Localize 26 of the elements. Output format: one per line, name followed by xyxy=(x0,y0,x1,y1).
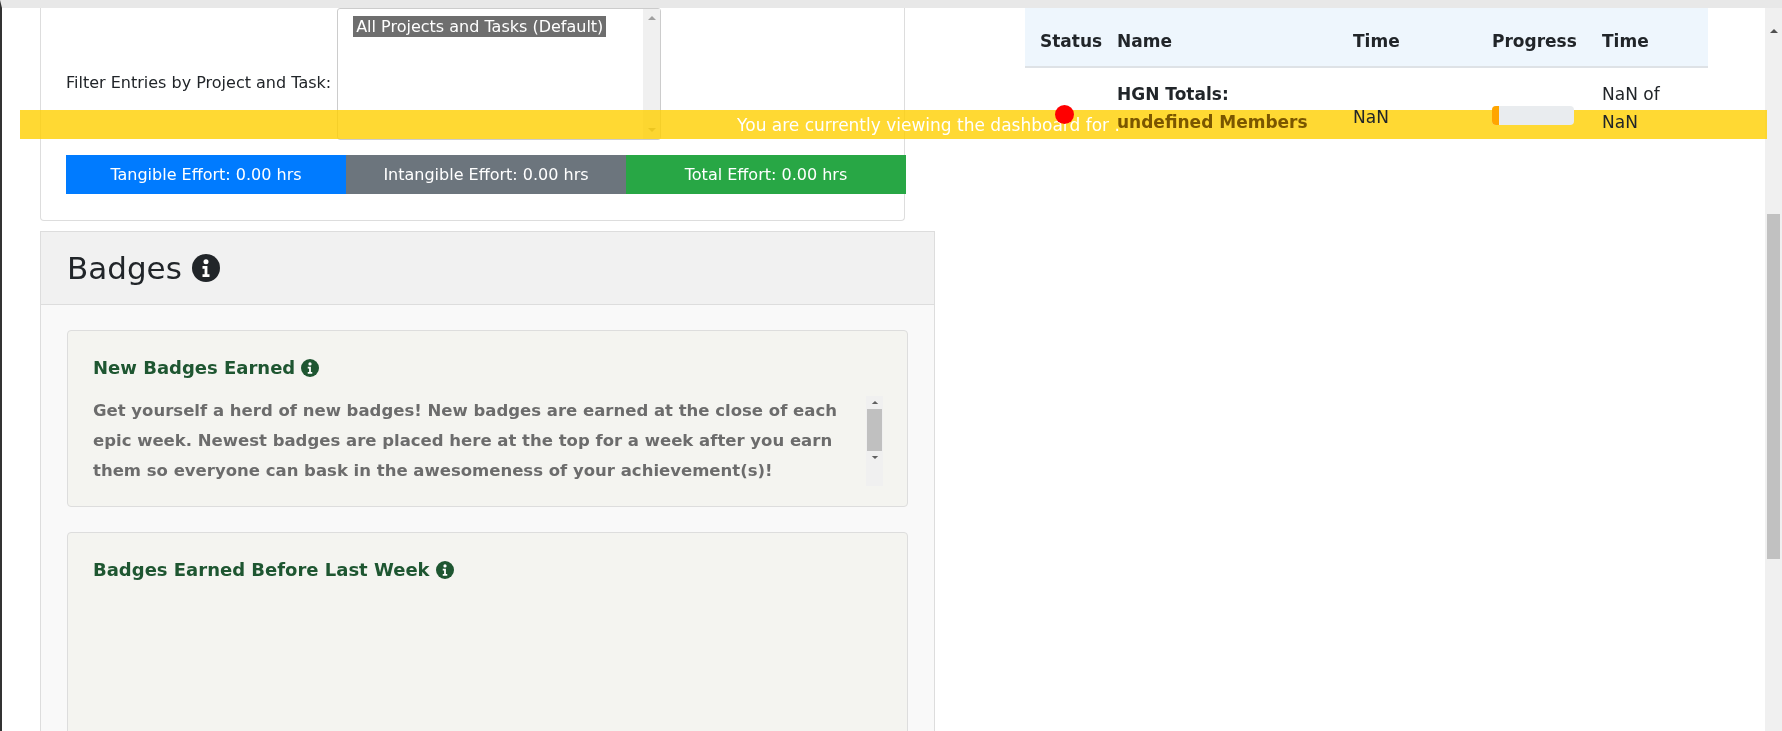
info-icon[interactable] xyxy=(191,254,220,282)
badge-description: Get yourself a herd of new badges! New badges are earned at the close of each epic week. Newest badges are placed here at the top for a week after you earn them so everyone can bask in the awesomeness of your achievement(s)! xyxy=(93,400,838,482)
table-cell: NaN xyxy=(1353,107,1389,127)
table-cell-text: NaN xyxy=(1602,111,1639,134)
column-header: Status xyxy=(1039,31,1104,51)
scroll-down-icon[interactable] xyxy=(870,455,879,460)
filter-label: Filter Entries by Project and Task: xyxy=(66,73,332,92)
card-title: New Badges Earned xyxy=(93,357,296,378)
scroll-up-icon[interactable] xyxy=(870,400,879,405)
column-header: Time xyxy=(1602,31,1650,51)
info-icon[interactable] xyxy=(435,560,454,579)
page-scrollbar[interactable] xyxy=(1765,8,1782,731)
info-icon[interactable] xyxy=(301,358,320,377)
select-option[interactable]: All Projects and Tasks (Default) xyxy=(353,16,607,37)
scrollbar[interactable] xyxy=(866,396,883,486)
card-title: Badges Earned Before Last Week xyxy=(93,559,430,580)
effort-segment: Intangible Effort: 0.00 hrs xyxy=(346,155,626,194)
effort-segment: Tangible Effort: 0.00 hrs xyxy=(66,155,346,194)
table-cell-text: NaN of xyxy=(1602,83,1661,106)
effort-segment: Total Effort: 0.00 hrs xyxy=(626,155,906,194)
panel-title: Badges xyxy=(67,250,182,286)
column-header: Time xyxy=(1353,31,1401,51)
scroll-up-icon[interactable] xyxy=(1768,28,1779,34)
column-header: Name xyxy=(1117,31,1173,51)
column-header: Progress xyxy=(1492,31,1578,51)
name-cell-text: HGN Totals: xyxy=(1117,83,1230,106)
